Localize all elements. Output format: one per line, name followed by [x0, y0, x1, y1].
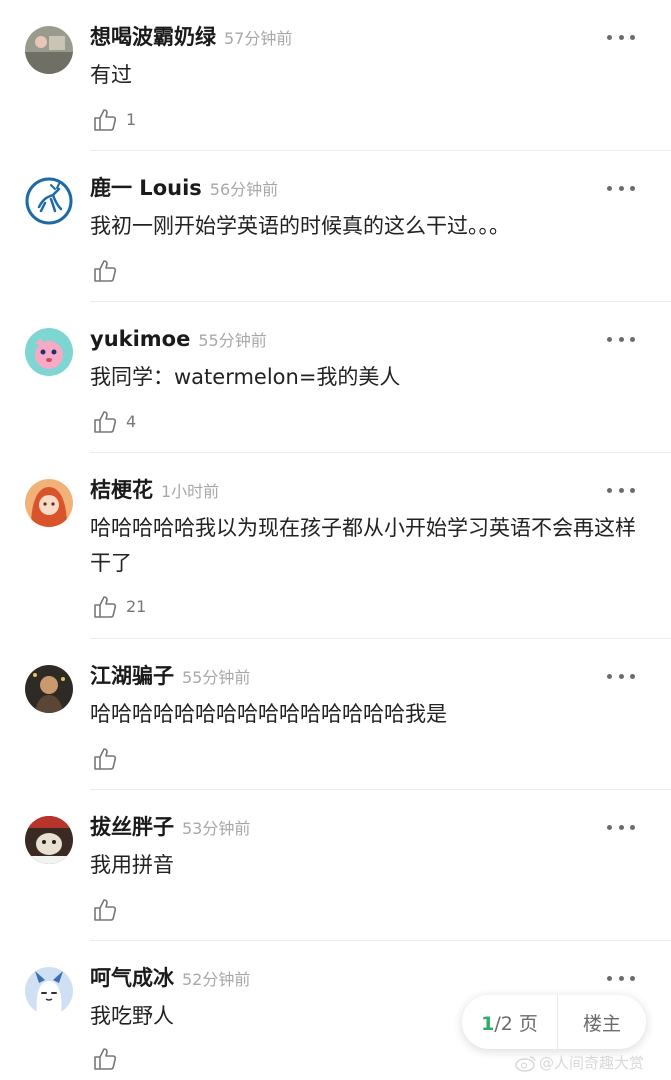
timestamp: 55分钟前	[198, 331, 267, 350]
weibo-icon	[515, 1055, 536, 1072]
username[interactable]: yukimoe 55分钟前	[90, 324, 267, 356]
comment-text: 有过	[90, 63, 132, 87]
username[interactable]: 鹿一 Louis 56分钟前	[90, 173, 278, 205]
avatar[interactable]	[25, 26, 73, 74]
like-button[interactable]	[92, 1046, 126, 1072]
username[interactable]: 拔丝胖子 53分钟前	[90, 812, 250, 844]
username[interactable]: 桔梗花 1小时前	[90, 475, 219, 507]
more-dots-icon[interactable]	[607, 663, 635, 689]
username[interactable]: 想喝波霸奶绿 57分钟前	[90, 22, 292, 54]
comment-text: 哈哈哈哈哈我以为现在孩子都从小开始学习英语不会再这样干了	[90, 516, 636, 575]
like-button[interactable]	[92, 746, 126, 772]
timestamp: 52分钟前	[182, 970, 251, 989]
like-button[interactable]	[92, 897, 126, 923]
avatar[interactable]	[25, 177, 73, 225]
like-count: 21	[126, 597, 147, 616]
like-count: 1	[126, 110, 137, 129]
comment-item: 桔梗花 1小时前 哈哈哈哈哈我以为现在孩子都从小开始学习英语不会再这样干了 21	[0, 453, 671, 639]
timestamp: 53分钟前	[182, 819, 251, 838]
avatar[interactable]	[25, 328, 73, 376]
comment-item: 鹿一 Louis 56分钟前 我初一刚开始学英语的时候真的这么干过。。。	[0, 151, 671, 302]
more-dots-icon[interactable]	[607, 175, 635, 201]
username-text[interactable]: 鹿一 Louis	[90, 176, 202, 200]
watermark: @人间奇趣大赏	[515, 1052, 644, 1073]
like-button[interactable]: 21	[92, 594, 146, 620]
more-dots-icon[interactable]	[607, 814, 635, 840]
like-button[interactable]: 4	[92, 409, 136, 435]
thumbs-up-icon	[94, 899, 117, 921]
avatar[interactable]	[25, 816, 73, 864]
username[interactable]: 呵气成冰 52分钟前	[90, 963, 250, 995]
more-dots-icon[interactable]	[607, 326, 635, 352]
timestamp: 57分钟前	[224, 29, 293, 48]
comment-item: 江湖骗子 55分钟前 哈哈哈哈哈哈哈哈哈哈哈哈哈哈哈我是	[0, 639, 671, 790]
avatar[interactable]	[25, 967, 73, 1015]
thumbs-up-icon	[94, 260, 117, 282]
owner-only-button[interactable]: 楼主	[558, 1009, 646, 1036]
thumbs-up-icon	[94, 748, 117, 770]
more-dots-icon[interactable]	[607, 477, 635, 503]
username-text[interactable]: 呵气成冰	[90, 966, 174, 990]
total-pages: /2 页	[494, 1012, 538, 1035]
comment-item: 想喝波霸奶绿 57分钟前 有过 1	[0, 0, 671, 151]
timestamp: 1小时前	[161, 482, 220, 501]
avatar[interactable]	[25, 479, 73, 527]
thumbs-up-icon	[94, 109, 117, 131]
page-navigator: 1/2 页 楼主	[462, 995, 646, 1049]
thumbs-up-icon	[94, 1048, 117, 1070]
username-text[interactable]: 想喝波霸奶绿	[90, 25, 216, 49]
comment-item: 拔丝胖子 53分钟前 我用拼音	[0, 790, 671, 941]
page-indicator[interactable]: 1/2 页	[462, 1009, 557, 1036]
thumbs-up-icon	[94, 411, 117, 433]
like-count: 4	[126, 412, 137, 431]
timestamp: 55分钟前	[182, 668, 251, 687]
like-button[interactable]: 1	[92, 107, 136, 133]
like-button[interactable]	[92, 258, 126, 284]
comment-text: 哈哈哈哈哈哈哈哈哈哈哈哈哈哈哈我是	[90, 702, 447, 726]
username-text[interactable]: 拔丝胖子	[90, 815, 174, 839]
comment-text: 我用拼音	[90, 853, 174, 877]
comment-text: 我初一刚开始学英语的时候真的这么干过。。。	[90, 214, 510, 238]
current-page: 1	[481, 1012, 495, 1035]
more-dots-icon[interactable]	[607, 24, 635, 50]
username[interactable]: 江湖骗子 55分钟前	[90, 661, 250, 693]
thumbs-up-icon	[94, 596, 117, 618]
timestamp: 56分钟前	[209, 180, 279, 199]
comment-item: yukimoe 55分钟前 我同学：watermelon=我的美人 4	[0, 302, 671, 453]
more-dots-icon[interactable]	[607, 965, 635, 991]
username-text[interactable]: 桔梗花	[90, 478, 153, 502]
avatar[interactable]	[25, 665, 73, 713]
watermark-text: @人间奇趣大赏	[539, 1054, 645, 1072]
comment-text: 我同学：watermelon=我的美人	[90, 365, 401, 389]
username-text[interactable]: 江湖骗子	[90, 664, 174, 688]
username-text[interactable]: yukimoe	[90, 327, 190, 351]
